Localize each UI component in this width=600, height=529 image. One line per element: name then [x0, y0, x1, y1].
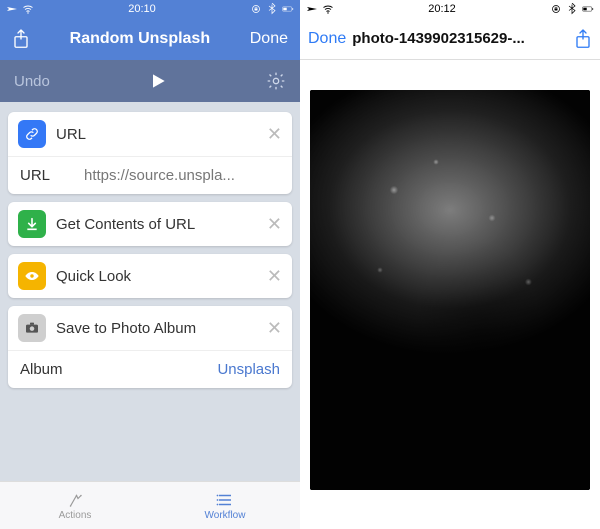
download-icon [18, 210, 46, 238]
tab-label: Workflow [205, 510, 246, 521]
undo-button[interactable]: Undo [14, 73, 50, 90]
action-title: URL [56, 126, 257, 143]
done-button[interactable]: Done [250, 30, 288, 48]
status-bar: 20:12 [300, 0, 600, 18]
settings-button[interactable] [266, 71, 286, 91]
photo-title: photo-1439902315629-... [352, 30, 568, 47]
tab-label: Actions [59, 510, 92, 521]
battery-icon [282, 3, 294, 15]
done-button[interactable]: Done [308, 30, 346, 48]
action-title: Get Contents of URL [56, 216, 257, 233]
run-button[interactable] [148, 71, 168, 91]
album-label: Album [20, 361, 70, 378]
battery-icon [582, 3, 594, 15]
wifi-icon [22, 3, 34, 15]
airplane-mode-icon [6, 3, 18, 15]
action-title: Save to Photo Album [56, 320, 257, 337]
action-url[interactable]: URL ✕ URL https://source.unspla... [8, 112, 292, 194]
bluetooth-icon [266, 3, 278, 15]
share-button[interactable] [574, 28, 592, 50]
wifi-icon [322, 3, 334, 15]
action-title: Quick Look [56, 268, 257, 285]
tab-bar: Actions Workflow [0, 481, 300, 529]
nav-bar: Done photo-1439902315629-... [300, 18, 600, 60]
action-get-contents[interactable]: Get Contents of URL ✕ [8, 202, 292, 246]
action-save-photo[interactable]: Save to Photo Album ✕ Album Unsplash [8, 306, 292, 388]
underwater-photo [310, 90, 590, 490]
orientation-lock-icon [550, 3, 562, 15]
workflow-editor-screen: 20:10 Random Unsplash Done Undo [0, 0, 300, 529]
remove-action-button[interactable]: ✕ [267, 266, 282, 287]
album-field[interactable]: Unsplash [84, 361, 280, 378]
camera-icon [18, 314, 46, 342]
tab-workflow[interactable]: Workflow [150, 482, 300, 529]
link-icon [18, 120, 46, 148]
remove-action-button[interactable]: ✕ [267, 124, 282, 145]
orientation-lock-icon [250, 3, 262, 15]
photo-viewer-screen: 20:12 Done photo-1439902315629-... [300, 0, 600, 529]
remove-action-button[interactable]: ✕ [267, 318, 282, 339]
photo-preview[interactable] [310, 90, 590, 490]
workflow-steps: URL ✕ URL https://source.unspla... Get C… [0, 102, 300, 388]
nav-bar: Random Unsplash Done [0, 18, 300, 60]
url-field[interactable]: https://source.unspla... [84, 167, 280, 184]
url-label: URL [20, 167, 70, 184]
status-bar: 20:10 [0, 0, 300, 18]
workflow-title: Random Unsplash [70, 30, 210, 48]
status-time: 20:10 [128, 3, 156, 15]
bluetooth-icon [566, 3, 578, 15]
tab-actions[interactable]: Actions [0, 482, 150, 529]
share-button[interactable] [12, 28, 30, 50]
airplane-mode-icon [306, 3, 318, 15]
eye-icon [18, 262, 46, 290]
action-quick-look[interactable]: Quick Look ✕ [8, 254, 292, 298]
remove-action-button[interactable]: ✕ [267, 214, 282, 235]
status-time: 20:12 [428, 3, 456, 15]
toolbar: Undo [0, 60, 300, 102]
